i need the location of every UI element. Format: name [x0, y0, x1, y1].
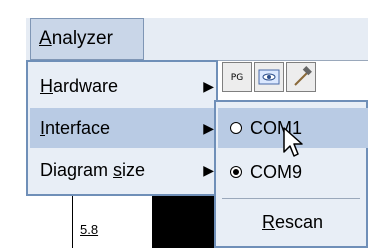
diagram-size-rest: ize [122, 160, 146, 180]
analyzer-mnemonic: A [39, 28, 52, 49]
submenu-separator [222, 198, 360, 199]
menu-item-hardware[interactable]: Hardware ▶ [30, 66, 216, 106]
menu-analyzer[interactable]: Analyzer [30, 18, 144, 60]
settings-button[interactable] [286, 62, 316, 92]
radio-selected-icon [230, 166, 242, 178]
triangle-right-icon: ▶ [203, 120, 214, 136]
chart-dark-region [152, 196, 214, 248]
diagram-size-mnemonic: s [113, 160, 123, 180]
chart-value-label: 5.8 [80, 222, 99, 237]
triangle-right-icon: ▶ [203, 78, 214, 94]
chart-axis-line [72, 196, 73, 248]
triangle-right-icon: ▶ [203, 162, 214, 178]
menu-item-diagram-size[interactable]: Diagram size ▶ [30, 150, 216, 190]
jpg-label: PG [230, 73, 244, 83]
hardware-mnemonic: H [40, 76, 53, 96]
rescan-label: Rescan [262, 202, 323, 242]
interface-rest: nterface [45, 118, 111, 138]
hammer-icon [294, 66, 312, 86]
hardware-rest: ardware [53, 76, 119, 96]
eye-icon [258, 69, 280, 85]
analyzer-dropdown: Hardware ▶ Interface ▶ Diagram size ▶ [26, 60, 218, 196]
export-jpg-button[interactable]: PG [222, 62, 252, 92]
radio-unselected-icon [230, 122, 242, 134]
analyzer-rest: nalyzer [51, 28, 113, 49]
pointer-cursor-icon [283, 127, 303, 157]
interface-submenu: COM1 COM9 Rescan [214, 100, 368, 248]
diagram-size-pre: Diagram [40, 160, 114, 180]
rescan-mnemonic: R [262, 212, 275, 232]
app-window: PG Analyzer 5.8 Hardware ▶ Interface ▶ D… [0, 0, 368, 248]
left-gutter [0, 66, 26, 248]
submenu-item-rescan[interactable]: Rescan [218, 202, 368, 242]
view-button[interactable] [254, 62, 284, 92]
rescan-rest: escan [275, 212, 324, 232]
menu-item-interface[interactable]: Interface ▶ [30, 108, 216, 148]
